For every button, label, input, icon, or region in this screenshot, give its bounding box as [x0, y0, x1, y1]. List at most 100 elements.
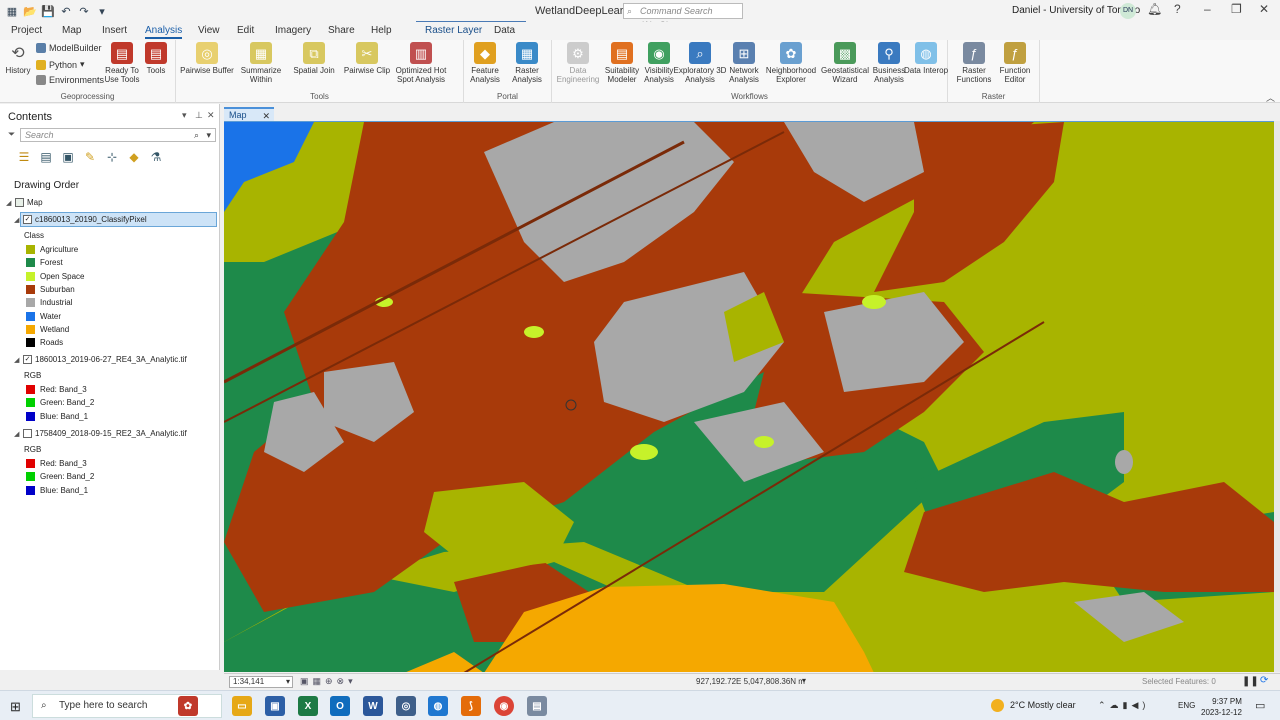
word-icon[interactable]: W [363, 696, 383, 716]
pane-options-icon[interactable]: ▾ [182, 110, 187, 121]
labeling-icon[interactable]: ◆ [126, 149, 142, 165]
holiday-widget-icon[interactable]: ✿ [178, 696, 198, 716]
legend-swatch[interactable] [26, 245, 35, 254]
legend-swatch[interactable] [26, 338, 35, 348]
legend-swatch[interactable] [26, 311, 35, 321]
environments-button[interactable]: Environments [36, 75, 104, 85]
legend-item[interactable]: Agriculture [26, 245, 78, 254]
band-swatch[interactable] [26, 459, 35, 468]
editing-icon[interactable]: ✎ [82, 149, 98, 165]
clock[interactable]: 9:37 PM 2023-12-12 [1201, 696, 1242, 718]
avatar[interactable]: DN [1120, 3, 1136, 19]
app-icon[interactable]: ▣ [265, 696, 285, 716]
band-item[interactable]: Green: Band_2 [26, 472, 94, 482]
chrome-icon[interactable]: ◉ [494, 696, 514, 716]
open-icon[interactable]: 📂 [22, 3, 38, 19]
band-swatch[interactable] [26, 411, 35, 421]
command-search-input[interactable]: ⌕Command Search (Alt+Q) [623, 3, 743, 30]
undo-icon[interactable]: ↶ [58, 3, 74, 19]
tab-analysis[interactable]: Analysis [145, 25, 183, 39]
chevron-down-icon[interactable]: ▾ [802, 676, 806, 685]
weather-text[interactable]: 2°C Mostly clear [1010, 700, 1076, 710]
input-language[interactable]: ENG [1178, 701, 1195, 710]
band-item[interactable]: Red: Band_3 [26, 385, 87, 394]
customize-qat-icon[interactable]: ▾ [94, 3, 110, 19]
legend-swatch[interactable] [26, 271, 35, 281]
excel-icon[interactable]: X [298, 696, 318, 716]
refresh-icon[interactable]: ⟳ [1260, 675, 1268, 686]
tab-help[interactable]: Help [371, 25, 392, 36]
tools-button[interactable]: ▤ Tools [136, 42, 176, 75]
redo-icon[interactable]: ↷ [76, 3, 92, 19]
legend-swatch[interactable] [26, 258, 35, 268]
data-interop-button[interactable]: ◍ Data Interop [902, 42, 950, 75]
app-icon[interactable]: ▤ [527, 696, 547, 716]
map-tools-icons[interactable]: ▣▦⊕⊗▾ [300, 676, 357, 687]
data-source-icon[interactable]: ▤ [38, 149, 54, 165]
expand-icon[interactable]: ◢ [14, 430, 20, 438]
close-icon[interactable]: ✕ [1259, 2, 1269, 16]
legend-item[interactable]: Water [26, 311, 61, 321]
map-scrollbar[interactable] [1274, 121, 1280, 672]
legend-item[interactable]: Forest [26, 258, 63, 268]
legend-item[interactable]: Open Space [26, 271, 84, 281]
drawing-order-icon[interactable]: ☰ [16, 149, 32, 165]
band-item[interactable]: Green: Band_2 [26, 398, 94, 408]
layer3-checkbox[interactable] [23, 429, 32, 438]
band-swatch[interactable] [26, 485, 35, 495]
band-swatch[interactable] [26, 398, 35, 408]
tab-view[interactable]: View [198, 25, 220, 36]
layer1-checkbox[interactable]: ✓ [23, 215, 32, 224]
tab-data[interactable]: Data [494, 25, 515, 36]
perspective-icon[interactable]: ⚗ [148, 149, 164, 165]
tab-insert[interactable]: Insert [102, 25, 127, 36]
expand-icon[interactable]: ◢ [14, 216, 20, 224]
notifications-icon[interactable]: ▭ [1255, 699, 1265, 712]
tab-share[interactable]: Share [328, 25, 355, 36]
app-icon[interactable]: ⟆ [461, 696, 481, 716]
expand-icon[interactable]: ◢ [14, 356, 20, 364]
windows-start-icon[interactable]: ⊞ [10, 699, 21, 715]
layer2-checkbox[interactable]: ✓ [23, 355, 32, 364]
restore-icon[interactable]: ❐ [1231, 2, 1242, 16]
file-explorer-icon[interactable]: ▭ [232, 696, 252, 716]
hot-spot-button[interactable]: ▥ Optimized Hot Spot Analysis [392, 42, 450, 84]
legend-item[interactable]: Industrial [26, 298, 72, 308]
summarize-within-button[interactable]: ▦ Summarize Within [233, 42, 289, 84]
band-swatch[interactable] [26, 472, 35, 482]
map-node[interactable]: ◢ Map [6, 198, 43, 207]
contents-search-input[interactable]: Search ⌕ ▾ [20, 128, 216, 142]
scale-selector[interactable]: 1:34,141 ▾ [229, 676, 293, 688]
layer2-node[interactable]: ◢ ✓ 1860013_2019-06-27_RE4_3A_Analytic.tif [14, 355, 187, 364]
tab-edit[interactable]: Edit [237, 25, 254, 36]
close-pane-icon[interactable]: ✕ [207, 110, 215, 121]
layer1-node[interactable]: ◢ ✓ c1860013_20190_ClassifyPixel [14, 215, 147, 224]
arcgis-pro-icon[interactable]: ◍ [428, 696, 448, 716]
tab-imagery[interactable]: Imagery [275, 25, 311, 36]
band-item[interactable]: Red: Band_3 [26, 459, 87, 468]
tab-map[interactable]: Map [62, 25, 81, 36]
pause-icon[interactable]: ❚❚ [1242, 676, 1259, 687]
expand-icon[interactable]: ◢ [6, 199, 12, 207]
map-view-tab[interactable]: Map ✕ [224, 107, 274, 121]
band-item[interactable]: Blue: Band_1 [26, 411, 88, 421]
minimize-icon[interactable]: – [1204, 2, 1211, 16]
save-icon[interactable]: 💾 [40, 3, 56, 19]
legend-item[interactable]: Roads [26, 338, 63, 348]
band-item[interactable]: Blue: Band_1 [26, 485, 88, 495]
pin-icon[interactable]: ⊥ [195, 110, 203, 121]
raster-analysis-button[interactable]: ▦ Raster Analysis [502, 42, 552, 84]
network-app-icon[interactable]: ◎ [396, 696, 416, 716]
tab-raster-layer[interactable]: Raster Layer [425, 25, 482, 36]
bell-icon[interactable]: 🔔︎ [1147, 2, 1162, 16]
legend-item[interactable]: Wetland [26, 324, 69, 334]
function-editor-button[interactable]: ƒ Function Editor [990, 42, 1040, 84]
legend-swatch[interactable] [26, 298, 35, 308]
map-canvas[interactable] [224, 121, 1274, 672]
snapping-icon[interactable]: ⊹ [104, 149, 120, 165]
filter-icon[interactable]: ⏷ [8, 129, 15, 140]
layer3-node[interactable]: ◢ 1758409_2018-09-15_RE2_3A_Analytic.tif [14, 429, 187, 438]
spatial-join-button[interactable]: ⧉ Spatial Join [286, 42, 342, 75]
python-button[interactable]: Python ▾ [36, 59, 85, 70]
pairwise-clip-button[interactable]: ✂ Pairwise Clip [339, 42, 395, 75]
